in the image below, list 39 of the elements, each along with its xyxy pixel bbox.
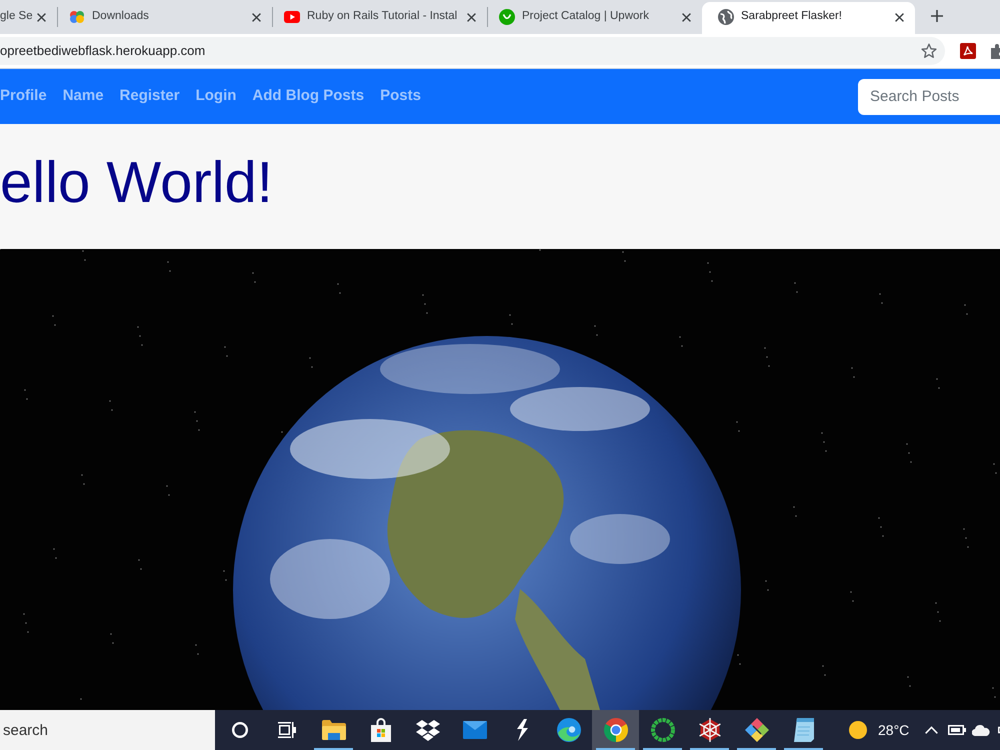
taskbar-search-field[interactable]: search [0,710,215,750]
color-wheel-icon [604,718,628,742]
round-logo-icon [499,9,515,25]
envelope-icon [462,721,486,739]
diamond-tiles-icon [744,718,768,742]
close-icon[interactable] [895,12,904,22]
close-icon[interactable] [252,12,261,22]
address-bar[interactable]: opreetbediwebflask.herokuapp.com [0,37,945,65]
folder-icon [322,720,346,740]
search-field[interactable]: Search Posts [858,78,1000,114]
close-icon[interactable] [37,12,46,22]
notepad-icon [794,718,814,742]
close-icon[interactable] [682,12,691,22]
battery-icon[interactable] [948,725,966,735]
task-view-icon [278,722,296,738]
close-icon[interactable] [467,12,476,22]
diamond-cluster-icon [416,720,440,740]
browser-tab[interactable]: Downloads [58,0,272,34]
lightning-icon [514,719,528,741]
page-heading: ello World! [0,149,273,217]
browser-tab[interactable]: Ruby on Rails Tutorial - Instal [273,0,487,34]
browser-tab[interactable]: gle Se [0,0,57,34]
browser-tab[interactable]: Project Catalog | Upwork [488,0,702,34]
star-icon[interactable] [921,43,937,59]
ring-icon [650,718,674,742]
play-button-icon [284,11,300,23]
browser-tab[interactable]: Sarabpreet Flasker! [702,2,915,34]
tricolor-logo-icon [69,11,85,23]
sun-icon [849,721,867,739]
web-icon [698,718,722,742]
cloud-icon[interactable] [972,724,990,736]
weather-button[interactable]: 28°C [849,710,910,750]
swirl-icon [556,718,580,742]
circle-icon [232,722,248,738]
shopping-bag-icon [370,718,392,742]
new-tab-icon[interactable] [931,10,943,22]
chevron-up-icon[interactable] [925,726,938,734]
document-tile-icon[interactable] [960,43,976,59]
globe-icon [718,9,734,25]
